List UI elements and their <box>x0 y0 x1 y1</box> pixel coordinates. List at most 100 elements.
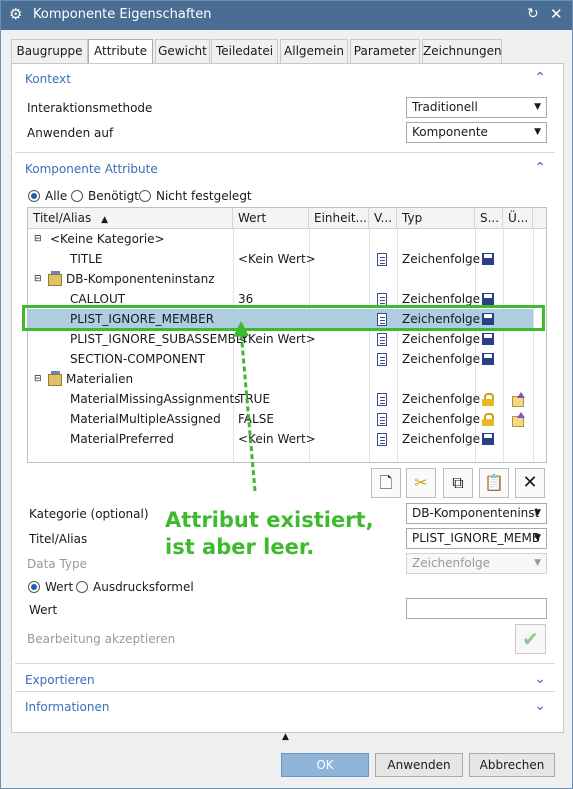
collapse-icon[interactable]: ⊟ <box>34 229 42 249</box>
document-icon[interactable] <box>377 333 387 346</box>
table-group-row[interactable]: ⊟ DB-Komponenteninstanz <box>28 269 546 289</box>
gear-icon: ⚙ <box>9 5 23 23</box>
tab-zeichnungen[interactable]: Zeichnungen <box>422 39 502 63</box>
tab-allgemein[interactable]: Allgemein <box>280 39 348 63</box>
wert-radio-label: Wert <box>45 580 74 594</box>
divider <box>15 691 555 692</box>
col-typ[interactable]: Typ <box>397 208 475 229</box>
bearbeitung-label: Bearbeitung akzeptieren <box>27 632 176 646</box>
kontext-header[interactable]: Kontext ⌃ <box>15 66 548 92</box>
data-type-label: Data Type <box>27 557 88 571</box>
komponente-attribute-header[interactable]: Komponente Attribute ⌃ <box>15 156 548 182</box>
title-bar: ⚙ Komponente Eigenschaften ↻ ✕ <box>1 1 572 30</box>
chevron-down-icon: ⌄ <box>534 698 546 714</box>
save-icon[interactable] <box>482 353 494 365</box>
kategorie-label: Kategorie (optional) <box>29 507 149 521</box>
col-s[interactable]: S... <box>475 208 503 229</box>
tab-baugruppe[interactable]: Baugruppe <box>11 39 88 63</box>
tab-gewicht[interactable]: Gewicht <box>155 39 210 63</box>
edit-icon[interactable] <box>511 412 525 427</box>
anwenden-auf-select[interactable]: Komponente ▼ <box>406 122 547 143</box>
save-icon[interactable] <box>482 433 494 445</box>
close-icon[interactable]: ✕ <box>550 5 563 23</box>
table-row[interactable]: MaterialMissingAssignments TRUE Zeichenf… <box>28 389 546 409</box>
dropdown-arrow-icon: ▼ <box>534 127 541 137</box>
document-icon[interactable] <box>377 413 387 426</box>
accept-edit-button[interactable]: ✔ <box>515 624 546 654</box>
collapse-icon[interactable]: ⊟ <box>34 269 42 289</box>
document-icon[interactable] <box>377 433 387 446</box>
interaktionsmethode-select[interactable]: Traditionell ▼ <box>406 97 547 118</box>
table-group-row[interactable]: ⊟ Materialien <box>28 369 546 389</box>
abbrechen-button[interactable]: Abbrechen <box>469 753 555 777</box>
table-row[interactable]: MaterialMultipleAssigned FALSE Zeichenfo… <box>28 409 546 429</box>
expand-more-icon[interactable]: ▲ <box>282 732 289 742</box>
col-titel-alias[interactable]: Titel/Alias ▲ <box>28 208 233 229</box>
dropdown-arrow-icon: ▼ <box>534 533 541 543</box>
filter-unset-label: Nicht festgelegt <box>156 189 252 203</box>
wert-input[interactable] <box>406 598 547 619</box>
informationen-header[interactable]: Informationen ⌄ <box>15 694 548 720</box>
filter-required-label: Benötigt <box>88 189 139 203</box>
tab-parameter[interactable]: Parameter <box>350 39 420 63</box>
edit-icon[interactable] <box>511 392 525 407</box>
col-v[interactable]: V... <box>369 208 397 229</box>
annotation-text: Attribut existiert, ist aber leer. <box>165 508 374 559</box>
kategorie-select[interactable]: DB-Komponenteninst ▼ <box>406 503 547 524</box>
highlight-box <box>22 305 545 331</box>
filter-required-radio[interactable] <box>71 190 83 202</box>
annotation-arrow <box>233 321 257 492</box>
lock-icon[interactable] <box>482 393 494 406</box>
anwenden-auf-label: Anwenden auf <box>27 126 114 140</box>
chevron-up-icon: ⌃ <box>534 160 546 176</box>
table-header: Titel/Alias ▲ Wert Einheit... V... Typ S… <box>28 208 546 229</box>
ok-button[interactable]: OK <box>281 753 369 777</box>
document-icon[interactable] <box>377 393 387 406</box>
titel-alias-select[interactable]: PLIST_IGNORE_MEMB ▼ <box>406 528 547 549</box>
exportieren-header[interactable]: Exportieren ⌄ <box>15 667 548 693</box>
ausdrucksformel-radio[interactable] <box>76 581 88 593</box>
table-row[interactable]: SECTION-COMPONENT Zeichenfolge <box>28 349 546 369</box>
delete-button[interactable]: ✕ <box>515 468 545 498</box>
collapse-icon[interactable]: ⊟ <box>34 369 42 389</box>
wert-radio[interactable] <box>28 581 40 593</box>
tab-teiledatei[interactable]: Teiledatei <box>211 39 278 63</box>
table-group-row[interactable]: ⊟ <Keine Kategorie> <box>28 229 546 249</box>
table-row[interactable]: TITLE <Kein Wert> Zeichenfolge <box>28 249 546 269</box>
properties-dialog: ⚙ Komponente Eigenschaften ↻ ✕ Baugruppe… <box>0 0 573 789</box>
table-row[interactable]: PLIST_IGNORE_SUBASSEMBLY <Kein Wert> Zei… <box>28 329 546 349</box>
divider <box>15 152 555 153</box>
interaktionsmethode-label: Interaktionsmethode <box>27 101 153 115</box>
filter-all-label: Alle <box>45 189 68 203</box>
data-type-select: Zeichenfolge ▼ <box>406 553 547 574</box>
cut-button[interactable]: ✂ <box>406 468 436 498</box>
col-einheit[interactable]: Einheit... <box>309 208 369 229</box>
dropdown-arrow-icon: ▼ <box>534 558 541 568</box>
new-document-icon: 🗋 <box>379 473 393 492</box>
anwenden-button[interactable]: Anwenden <box>375 753 463 777</box>
wert-label: Wert <box>29 603 58 617</box>
col-u[interactable]: Ü... <box>503 208 533 229</box>
new-attribute-button[interactable]: 🗋 <box>371 468 401 498</box>
document-icon[interactable] <box>377 353 387 366</box>
delete-x-icon: ✕ <box>522 472 538 493</box>
attribute-table: Titel/Alias ▲ Wert Einheit... V... Typ S… <box>27 207 547 463</box>
chevron-up-icon: ⌃ <box>534 70 546 86</box>
paste-button[interactable]: 📋 <box>479 468 509 498</box>
scissors-icon: ✂ <box>414 473 428 492</box>
table-row[interactable]: MaterialPreferred <Kein Wert> Zeichenfol… <box>28 429 546 449</box>
save-icon[interactable] <box>482 293 494 305</box>
reset-icon[interactable]: ↻ <box>527 6 539 22</box>
save-icon[interactable] <box>482 253 494 265</box>
document-icon[interactable] <box>377 253 387 266</box>
filter-unset-radio[interactable] <box>139 190 151 202</box>
copy-button[interactable]: ⧉ <box>443 468 473 498</box>
col-wert[interactable]: Wert <box>233 208 309 229</box>
filter-all-radio[interactable] <box>28 190 40 202</box>
save-icon[interactable] <box>482 333 494 345</box>
window-title: Komponente Eigenschaften <box>33 7 212 22</box>
checkmark-icon: ✔ <box>522 627 539 651</box>
tab-attribute[interactable]: Attribute <box>88 39 153 65</box>
lock-icon[interactable] <box>482 413 494 426</box>
paste-icon: 📋 <box>484 473 504 492</box>
